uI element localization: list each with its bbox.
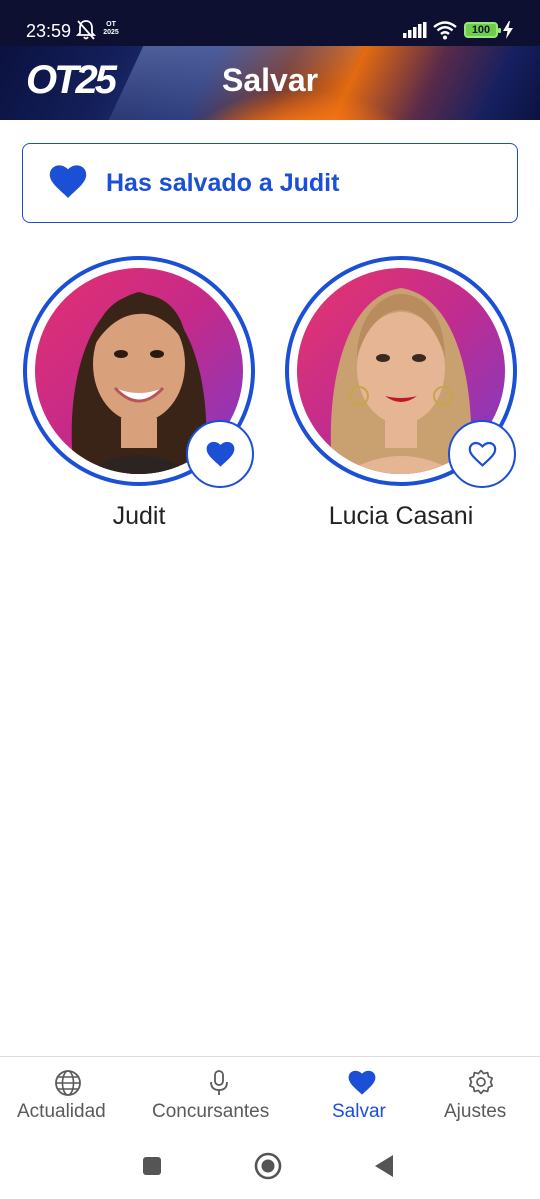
gear-icon	[468, 1069, 494, 1095]
home-circle-icon[interactable]	[254, 1152, 282, 1180]
nav-label: Actualidad	[17, 1101, 106, 1122]
page-title: Salvar	[222, 62, 319, 98]
bottom-navigation: Actualidad Concursantes Salvar Ajustes	[0, 1056, 540, 1136]
contestant-name: Lucia Casani	[328, 502, 474, 530]
nav-label: Concursantes	[152, 1101, 270, 1122]
nav-label: Salvar	[332, 1101, 386, 1122]
app-header: OT25 Salvar	[0, 46, 540, 120]
back-triangle-icon[interactable]	[374, 1154, 394, 1178]
ot25-logo: OT25	[26, 58, 117, 102]
nav-item-salvar[interactable]: Salvar	[302, 1057, 422, 1133]
heart-outline-icon	[468, 441, 497, 467]
battery-icon: 100	[464, 22, 501, 38]
status-bar: 23:59 OT 2025 100	[0, 0, 540, 46]
globe-icon	[55, 1070, 81, 1096]
signal-icon	[403, 22, 427, 38]
charging-bolt-icon	[503, 21, 513, 39]
save-heart-button-lucia-casani[interactable]	[448, 420, 516, 488]
save-heart-button-judit[interactable]	[186, 420, 254, 488]
heart-icon	[348, 1070, 376, 1095]
system-navigation-bar	[0, 1136, 540, 1199]
status-time: 23:59	[26, 21, 72, 41]
nav-item-concursantes[interactable]: Concursantes	[136, 1057, 302, 1133]
microphone-icon	[210, 1070, 228, 1095]
saved-message: Has salvado a Judit	[106, 169, 340, 197]
wifi-icon	[433, 21, 457, 40]
contestant-name: Judit	[112, 502, 166, 530]
nav-label: Ajustes	[444, 1101, 507, 1122]
heart-filled-icon	[49, 165, 87, 198]
bell-off-icon	[76, 20, 96, 40]
ot-app-icon: OT 2025	[103, 21, 119, 36]
nav-item-ajustes[interactable]: Ajustes	[422, 1057, 540, 1133]
heart-filled-icon	[206, 441, 235, 467]
saved-confirmation-banner: Has salvado a Judit	[22, 143, 518, 223]
recents-square-icon[interactable]	[142, 1156, 162, 1176]
nav-item-actualidad[interactable]: Actualidad	[0, 1057, 136, 1133]
